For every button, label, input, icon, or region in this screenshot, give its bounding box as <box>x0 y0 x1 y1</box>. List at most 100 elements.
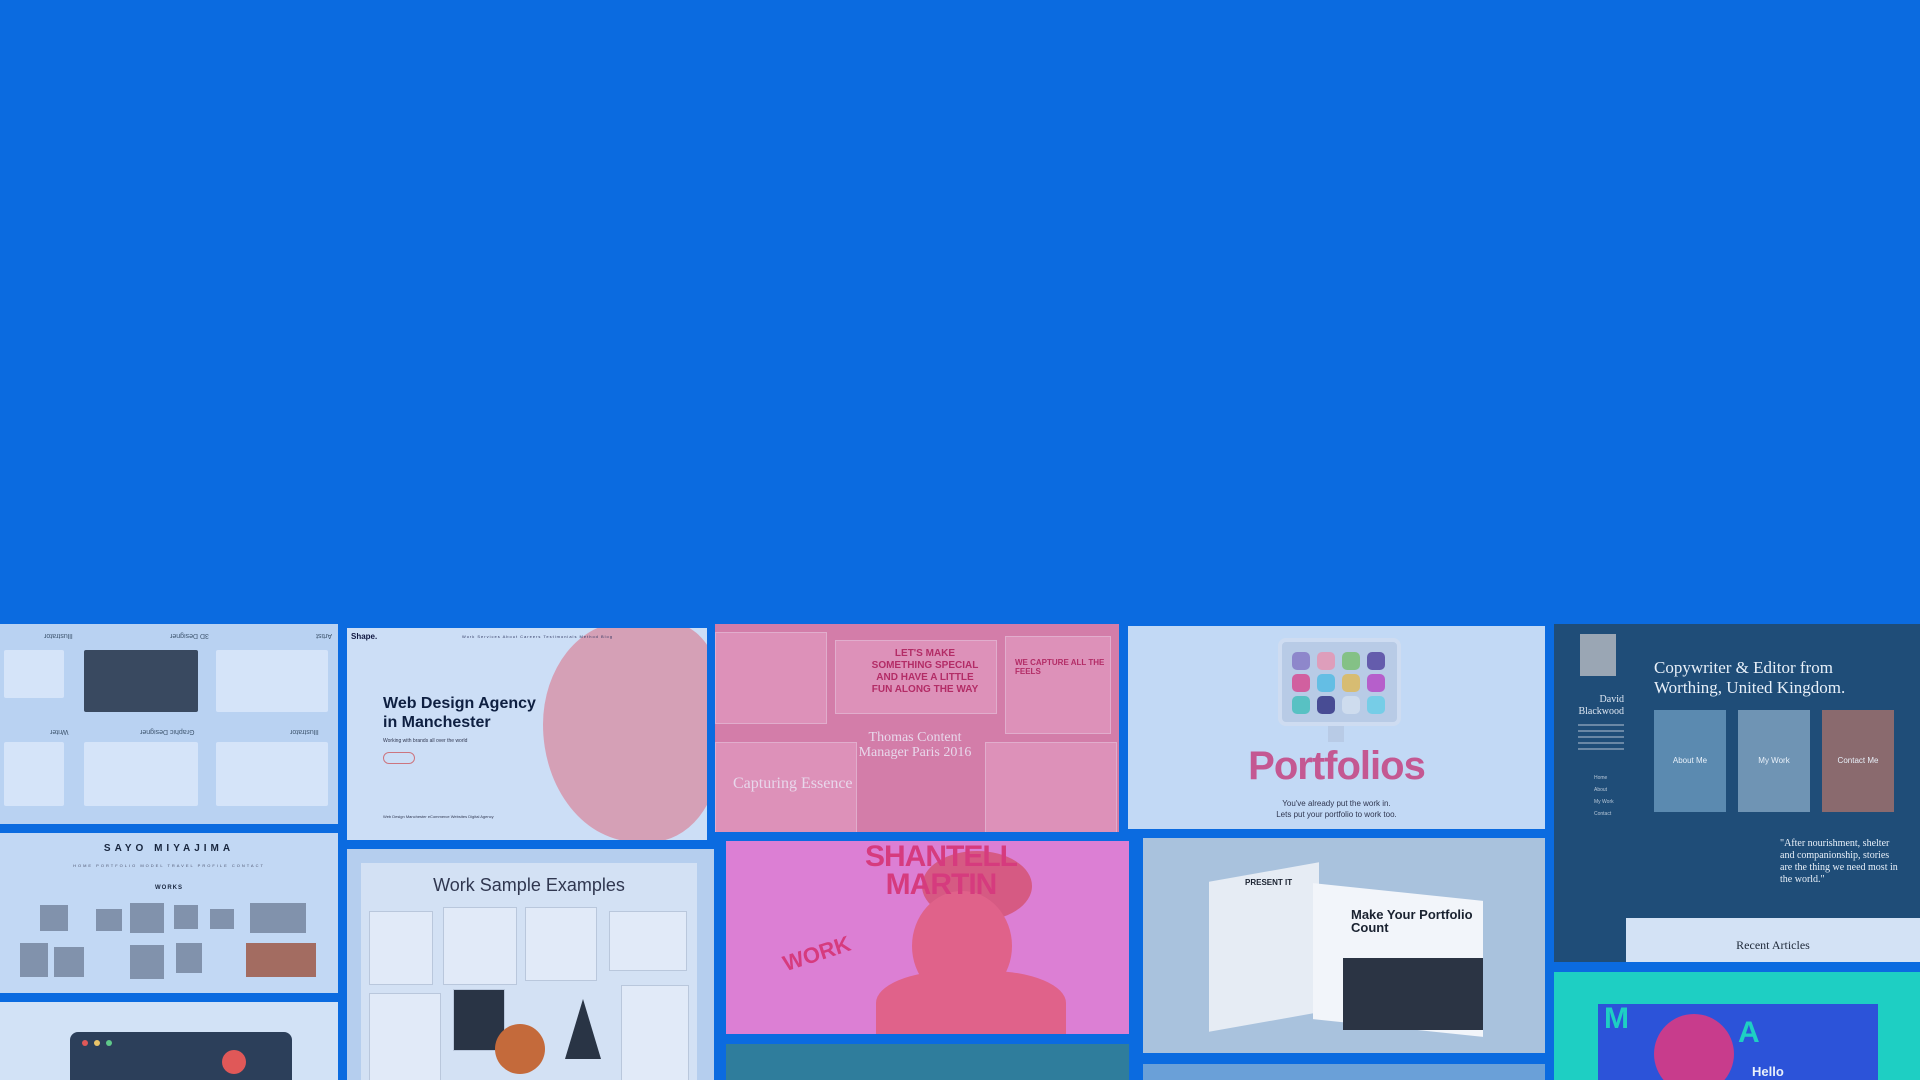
tile-browser-illustration[interactable] <box>0 1002 338 1080</box>
nav-link-home[interactable]: Home <box>1594 772 1614 784</box>
sample-page <box>369 993 441 1080</box>
collage-panel <box>1005 636 1111 734</box>
tile-copywriter[interactable]: David Blackwood Home About My Work Conta… <box>1554 624 1920 962</box>
photo-thumb <box>130 903 164 933</box>
magenta-app-icon <box>1367 674 1385 692</box>
tile-pink-collage[interactable]: LET'S MAKE SOMETHING SPECIAL AND HAVE A … <box>715 624 1119 832</box>
tile-blue-site[interactable] <box>1143 1064 1545 1080</box>
pumpkin-art <box>495 1024 545 1074</box>
shantell-work: WORK <box>779 930 854 977</box>
shape-headline: Web Design Agency in Manchester <box>383 695 536 731</box>
gold-app-icon <box>1342 674 1360 692</box>
sample-page <box>525 907 597 981</box>
magazine-kicker: PRESENT IT <box>1245 878 1293 887</box>
tile-moa-hello[interactable]: M A Hello <box>1554 972 1920 1080</box>
nav-link-about[interactable]: About <box>1594 784 1614 796</box>
peach-app-icon <box>1317 652 1335 670</box>
lightbulb-icon <box>222 1050 246 1074</box>
browser-window-icon <box>70 1032 292 1080</box>
work-samples-title: Work Sample Examples <box>433 875 625 895</box>
collage-panel <box>985 742 1117 832</box>
copywriter-headline: Copywriter & Editor from Worthing, Unite… <box>1654 658 1846 697</box>
nav-link-work[interactable]: My Work <box>1594 796 1614 808</box>
art-thumb <box>4 650 64 698</box>
author-links: Home About My Work Contact <box>1594 772 1614 820</box>
pink-app-icon <box>1292 674 1310 692</box>
copywriter-quote: "After nourishment, shelter and companio… <box>1780 838 1898 885</box>
tile-portfolios[interactable]: Portfolios You've already put the work i… <box>1128 626 1545 829</box>
tile-shape-agency[interactable]: Shape. Work Services About Careers Testi… <box>347 628 707 840</box>
sample-page <box>621 985 689 1080</box>
art-label: Illustrator <box>44 632 73 639</box>
tile-magazine[interactable]: PRESENT IT Make Your Portfolio Count <box>1143 838 1545 1053</box>
photo-thumb <box>40 905 68 931</box>
avatar <box>1580 634 1616 676</box>
card-my-work[interactable]: My Work <box>1738 710 1810 812</box>
card-label: Contact Me <box>1837 756 1879 765</box>
magazine-headline: Make Your Portfolio Count <box>1351 907 1473 935</box>
shape-footer: Web Design Manchester eCommerce Websites… <box>383 814 494 819</box>
collage-caption: Capturing Essence <box>733 775 853 792</box>
indigo-app-icon <box>1317 696 1335 714</box>
tile-art-grid[interactable]: Illustrator 3D Designer Artist Writer Gr… <box>0 624 338 824</box>
portfolios-tagline-2: Lets put your portfolio to work too. <box>1276 810 1397 819</box>
collage-name: Thomas Content Manager Paris 2016 <box>858 730 972 760</box>
art-thumb <box>84 742 198 806</box>
art-label: Artist <box>316 632 332 639</box>
photo-thumb <box>174 905 198 929</box>
pink-blob-shape <box>543 628 707 840</box>
shape-nav: Work Services About Careers Testimonials… <box>462 634 614 639</box>
shape-logo: Shape. <box>351 632 378 641</box>
sayo-nav: HOME PORTFOLIO MODEL TRAVEL PROFILE CONT… <box>73 863 265 868</box>
art-thumb <box>4 742 64 806</box>
art-label: 3D Designer <box>170 632 209 639</box>
sample-page <box>443 907 517 985</box>
art-label: Writer <box>50 728 69 735</box>
monitor-stand <box>1328 726 1344 742</box>
aqua-app-icon <box>1367 696 1385 714</box>
shape-subline: Working with brands all over the world <box>383 738 468 744</box>
photo-thumb <box>246 943 316 977</box>
portfolio-gallery: Illustrator 3D Designer Artist Writer Gr… <box>0 624 1920 1080</box>
collage-headline: LET'S MAKE SOMETHING SPECIAL AND HAVE A … <box>871 648 979 695</box>
grape-app-icon <box>1292 652 1310 670</box>
shantell-headline: SHANTELL MARTIN <box>865 841 1018 901</box>
moa-hello: Hello <box>1752 1064 1784 1079</box>
photo-thumb <box>210 909 234 929</box>
art-thumb <box>216 650 328 712</box>
card-label: About Me <box>1672 756 1708 765</box>
collage-side-text: WE CAPTURE ALL THE FEELS <box>1015 658 1105 676</box>
card-about-me[interactable]: About Me <box>1654 710 1726 812</box>
hero-banner <box>0 0 1920 624</box>
sayo-works: WORKS <box>155 885 183 891</box>
portfolios-tagline-1: You've already put the work in. <box>1282 799 1391 808</box>
card-contact-me[interactable]: Contact Me <box>1822 710 1894 812</box>
shape-cta-button <box>383 752 415 764</box>
tile-sayo-miyajima[interactable]: SAYO MIYAJIMA HOME PORTFOLIO MODEL TRAVE… <box>0 833 338 993</box>
art-thumb <box>84 650 198 712</box>
art-label: Graphic Designer <box>140 728 195 735</box>
author-blurb <box>1564 720 1624 760</box>
tile-shantell-martin[interactable]: SHANTELL MARTIN WORK <box>726 841 1129 1034</box>
silver-app-icon <box>1342 696 1360 714</box>
purple-app-icon <box>1367 652 1385 670</box>
cyan-app-icon <box>1317 674 1335 692</box>
sample-page <box>609 911 687 971</box>
sayo-name: SAYO MIYAJIMA <box>103 843 235 854</box>
nav-link-contact[interactable]: Contact <box>1594 808 1614 820</box>
card-label: My Work <box>1758 756 1790 765</box>
moa-letter-a: A <box>1738 1016 1760 1049</box>
portfolios-tagline: You've already put the work in. Lets put… <box>1128 798 1545 820</box>
tile-work-samples[interactable]: Work Sample Examples <box>347 849 714 1080</box>
witch-art <box>565 999 601 1059</box>
portfolios-title: Portfolios <box>1248 744 1426 788</box>
recent-articles[interactable]: Recent Articles <box>1626 918 1920 962</box>
photo-thumb <box>20 943 48 977</box>
green-app-icon <box>1342 652 1360 670</box>
moa-letter-m: M <box>1604 1002 1629 1035</box>
sample-page <box>369 911 433 985</box>
laptop-photo <box>1343 958 1483 1030</box>
photo-thumb <box>130 945 164 979</box>
tile-teal-site[interactable] <box>726 1044 1129 1080</box>
photo-thumb <box>96 909 122 931</box>
